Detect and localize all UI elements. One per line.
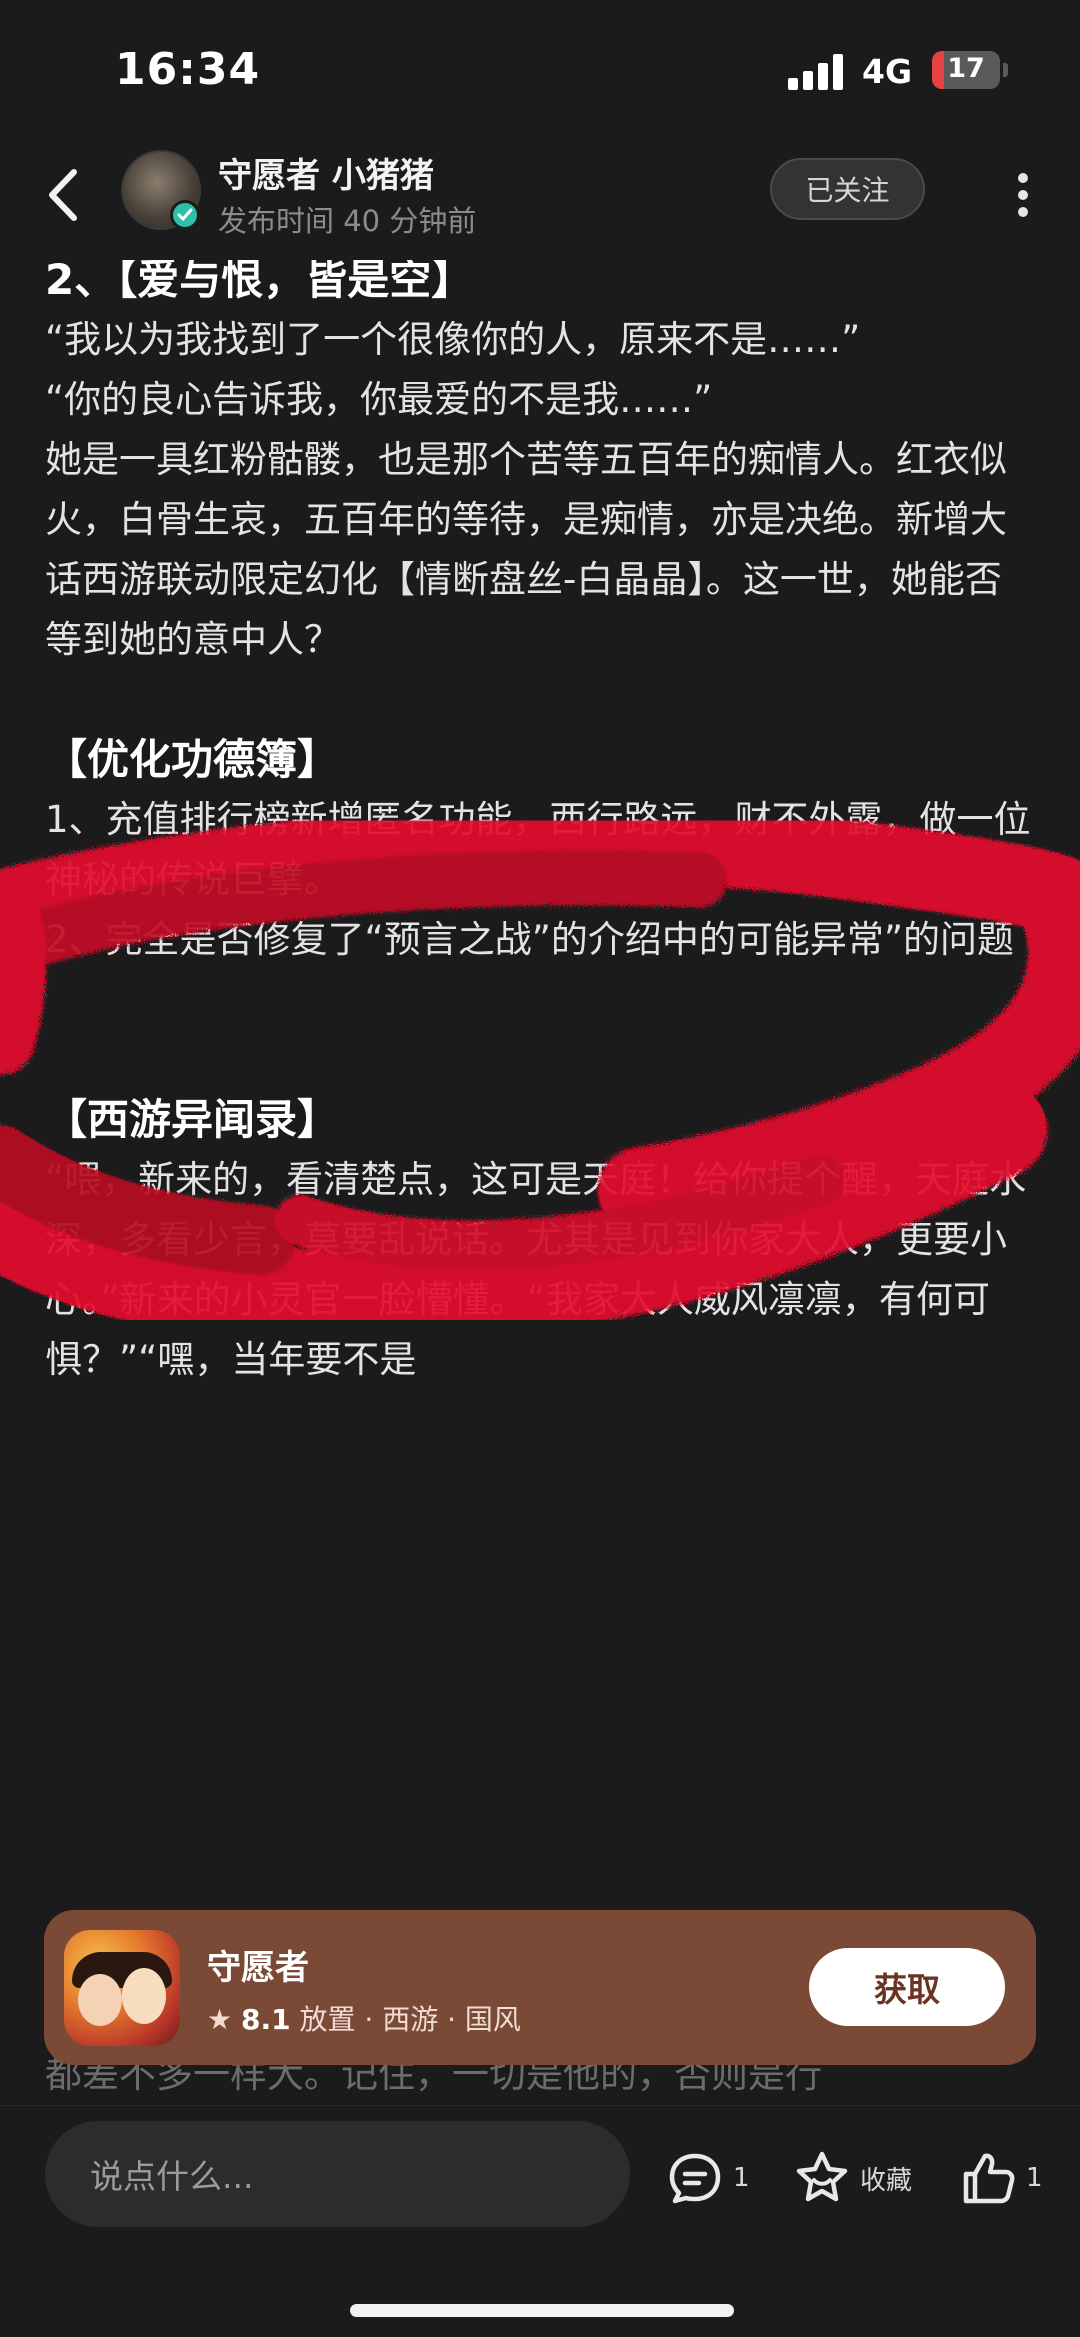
app-rating: 8.1: [241, 2003, 291, 2036]
comment-input[interactable]: 说点什么...: [45, 2121, 630, 2227]
paragraph: 2、完全是否修复了“预言之战”的介绍中的可能异常”的问题: [45, 918, 1015, 961]
publish-time: 发布时间 40 分钟前: [218, 204, 477, 238]
app-tags: 放置 · 西游 · 国风: [299, 2003, 521, 2036]
network-type: 4G: [862, 52, 913, 91]
favorite-button[interactable]: 收藏: [792, 2148, 912, 2208]
app-icon: [64, 1930, 180, 2046]
favorite-icon: [796, 2151, 848, 2202]
status-time: 16:34: [115, 44, 261, 95]
paragraph: 她是一具红粉骷髅，也是那个苦等五百年的痴情人。红衣似火，白骨生哀，五百年的等待，…: [45, 438, 1007, 661]
status-bar: 16:34 4G 17: [0, 0, 1080, 140]
signal-icon: [788, 54, 844, 90]
author-name[interactable]: 守愿者 小猪猪: [218, 148, 434, 197]
star-icon: ★: [207, 2003, 233, 2036]
comment-icon: [669, 2153, 721, 2204]
follow-button[interactable]: 已关注: [770, 158, 925, 220]
favorite-label: 收藏: [860, 2165, 913, 2196]
paragraph: “我以为我找到了一个很像你的人，原来不是……”: [45, 318, 861, 361]
comment-count: 1: [733, 2163, 750, 2193]
get-app-button[interactable]: 获取: [809, 1948, 1005, 2026]
battery-level: 17: [947, 53, 985, 84]
section-title: 【优化功德簿】: [45, 735, 340, 784]
app-meta: ★ 8.1 放置 · 西游 · 国风: [207, 1998, 521, 2038]
back-icon: [49, 169, 77, 221]
like-button[interactable]: 1: [958, 2148, 1043, 2208]
back-button[interactable]: [36, 160, 96, 230]
article-body: 2、【爱与恨，皆是空】 “我以为我找到了一个很像你的人，原来不是……” “你的良心告…: [45, 250, 1035, 1390]
more-icon[interactable]: [1006, 165, 1040, 225]
app-promo-card[interactable]: 守愿者 ★ 8.1 放置 · 西游 · 国风 获取: [44, 1910, 1036, 2065]
like-icon: [963, 2153, 1015, 2204]
paragraph: “喂，新来的，看清楚点，这可是天庭！给你提个醒，天庭水深，多看少言，莫要乱说话。…: [45, 1158, 1027, 1381]
comment-button[interactable]: 1: [665, 2148, 750, 2208]
verified-icon: [170, 200, 200, 230]
battery-icon: 17: [932, 51, 1000, 89]
app-name: 守愿者: [207, 1948, 309, 1988]
home-indicator[interactable]: [350, 2304, 734, 2317]
paragraph: 1、充值排行榜新增匿名功能，西行路远，财不外露，做一位神秘的传说巨擘。: [45, 798, 1031, 901]
bottom-action-bar: 说点什么... 1 收藏 1: [0, 2105, 1080, 2337]
like-count: 1: [1026, 2163, 1043, 2193]
battery-tip: [1003, 63, 1008, 77]
paragraph: “你的良心告诉我，你最爱的不是我……”: [45, 378, 713, 421]
section-title: 【西游异闻录】: [45, 1095, 340, 1144]
post-header: 守愿者 小猪猪 发布时间 40 分钟前 已关注: [0, 140, 1080, 260]
